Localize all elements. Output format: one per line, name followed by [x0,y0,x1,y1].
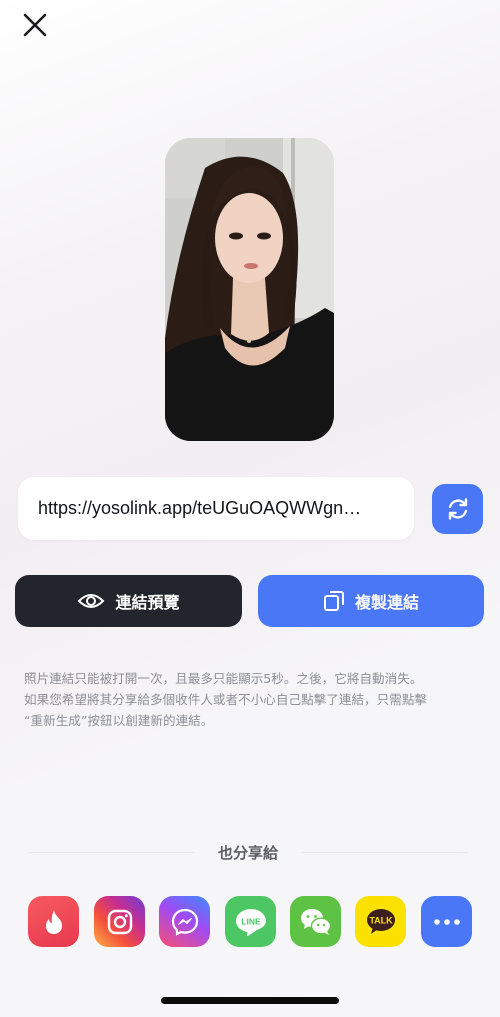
link-url: https://yosolink.app/teUGuOAQWWgn… [38,498,362,518]
eye-icon [78,594,105,608]
refresh-icon [448,498,467,520]
share-more-button[interactable] [421,896,472,947]
home-indicator[interactable] [161,997,339,1004]
link-field[interactable]: https://yosolink.app/teUGuOAQWWgn… [18,477,414,540]
share-instagram-button[interactable] [94,896,145,947]
divider [28,851,194,853]
notice-line-3: “重新生成”按鈕以創建新的連結。 [24,713,214,728]
svg-text:LINE: LINE [241,916,261,926]
copy-link-label: 複製連結 [354,593,419,612]
wechat-icon [300,908,331,935]
link-notice: 照片連結只能被打開一次，且最多只能顯示5秒。之後，它將自動消失。 如果您希望將其… [24,668,480,731]
share-section-header: 也分享給 [28,840,469,864]
share-tinder-button[interactable] [28,896,79,947]
share-wechat-button[interactable] [290,896,341,947]
messenger-icon [171,908,198,936]
notice-line-1: 照片連結只能被打開一次，且最多只能顯示5秒。之後，它將自動消失。 [24,671,423,686]
close-button[interactable] [20,10,50,40]
instagram-icon [107,909,132,934]
regenerate-link-button[interactable] [432,484,483,534]
kakaotalk-label: TALK [369,915,393,925]
tinder-icon [45,909,62,934]
share-kakaotalk-button[interactable]: TALK [355,896,406,947]
share-line-button[interactable]: LINE [225,896,276,947]
link-preview-label: 連結預覽 [115,593,180,612]
notice-line-2: 如果您希望將其分享給多個收件人或者不小心自己點擊了連結，只需點擊 [24,692,427,707]
more-icon [433,918,460,925]
share-messenger-button[interactable] [159,896,210,947]
photo-image [165,138,334,441]
share-apps: LINE TALK [0,896,500,948]
close-icon [23,13,47,37]
copy-link-button[interactable]: 複製連結 [258,575,484,627]
photo-preview [165,138,334,441]
link-preview-button[interactable]: 連結預覽 [15,575,242,627]
share-title: 也分享給 [218,843,279,862]
line-icon: LINE [235,908,266,936]
kakaotalk-icon: TALK [366,908,395,934]
divider [302,851,469,853]
copy-icon [323,591,344,611]
